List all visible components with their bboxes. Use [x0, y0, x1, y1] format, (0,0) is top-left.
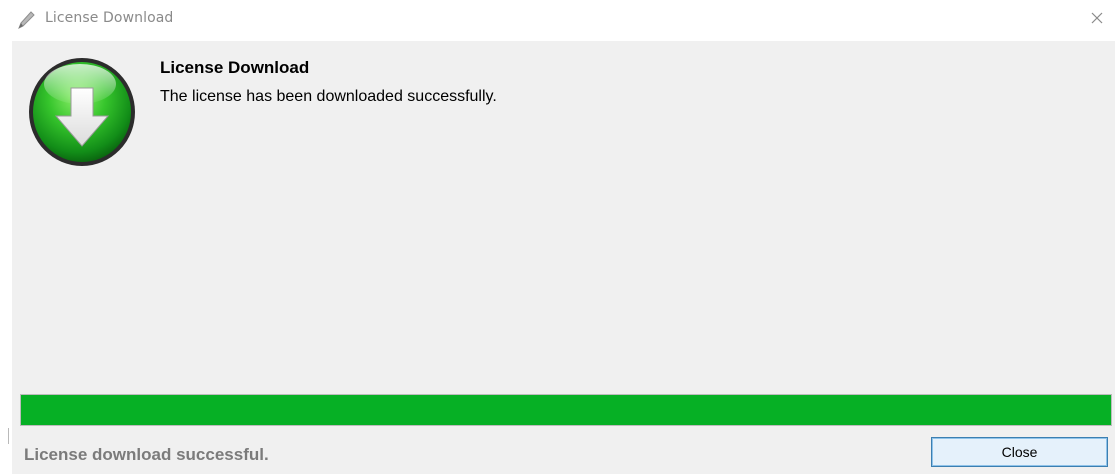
status-text: License download successful.	[24, 445, 269, 464]
close-button[interactable]: Close	[931, 437, 1108, 467]
close-icon[interactable]	[1087, 8, 1107, 28]
title-bar[interactable]: License Download	[0, 0, 1115, 40]
dialog-heading: License Download	[160, 58, 310, 77]
progress-bar	[20, 394, 1112, 426]
window-title: License Download	[45, 10, 174, 26]
window-edge-mark	[8, 428, 9, 444]
license-download-dialog: License Download License Download The li…	[0, 0, 1115, 474]
progress-bar-fill	[21, 395, 1111, 425]
dialog-message: The license has been downloaded successf…	[160, 88, 497, 105]
download-arrow-icon	[29, 58, 135, 166]
pencil-icon	[18, 11, 35, 30]
window-left-border	[0, 41, 12, 474]
